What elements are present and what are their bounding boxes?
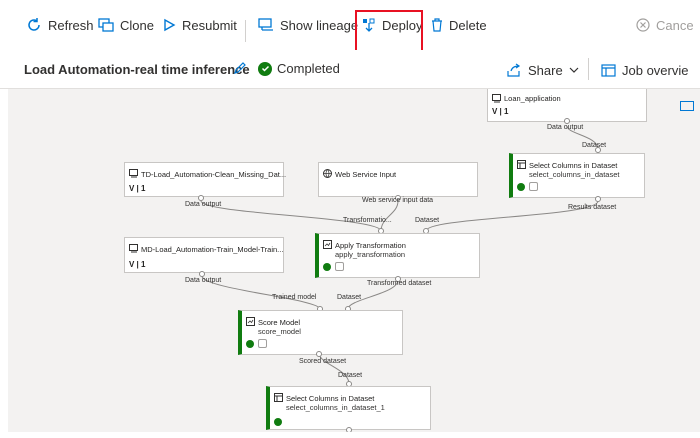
job-title: Load Automation-real time inference [24, 62, 250, 77]
minimap-icon[interactable] [680, 101, 694, 111]
module-icon [335, 262, 344, 271]
canvas-bottom-margin [0, 432, 700, 438]
port-label: Web service input data [362, 197, 434, 204]
port-label: Dataset [338, 372, 363, 379]
module-icon [529, 182, 538, 191]
port-label: Scored dataset [299, 358, 347, 365]
job-overview-button[interactable]: Job overvie [601, 59, 688, 81]
show-lineage-button[interactable]: Show lineage [258, 14, 358, 36]
node-title: Score Model [258, 318, 301, 327]
header-divider [588, 58, 589, 80]
node-title: Web Service Input [335, 170, 397, 179]
dataset-icon [129, 169, 138, 178]
node-select-columns-1[interactable]: Select Columns in Dataset select_columns… [266, 386, 431, 430]
port-label: Data output [547, 124, 584, 131]
share-label: Share [528, 62, 563, 78]
node-apply-transformation[interactable]: Apply Transformation apply_transformatio… [315, 233, 480, 278]
cancel-icon [636, 18, 650, 32]
port-label: Transformed dataset [367, 280, 432, 287]
port-label: Dataset [337, 294, 362, 301]
refresh-label: Refresh [48, 17, 94, 33]
job-overview-label: Job overvie [622, 62, 689, 78]
chevron-down-icon [569, 67, 579, 73]
node-title: Apply Transformation [335, 241, 406, 250]
node-subtitle: select_columns_in_dataset_1 [286, 403, 385, 412]
table-icon [274, 393, 283, 402]
node-title: Select Columns in Dataset [529, 161, 618, 170]
status-badge: Completed [258, 61, 340, 76]
node-score-model[interactable]: Score Model score_model [238, 310, 403, 355]
delete-icon [432, 18, 442, 32]
dataset-icon [129, 244, 138, 253]
resubmit-label: Resubmit [182, 17, 237, 33]
port-label: Data output [185, 277, 222, 284]
port-label: Transformatio... [343, 217, 392, 224]
version-label: V | 1 [492, 107, 509, 116]
node-td-dataset[interactable]: TD-Load_Automation-Clean_Missing_Dat... … [124, 162, 287, 197]
node-title: MD-Load_Automation-Train_Model-Train... [141, 245, 284, 254]
version-label: V | 1 [129, 260, 146, 269]
success-icon [517, 183, 525, 191]
resubmit-button[interactable]: Resubmit [162, 14, 237, 36]
node-subtitle: apply_transformation [335, 250, 406, 259]
status-text: Completed [277, 61, 340, 76]
check-circle-icon [258, 61, 272, 76]
port-label: Data output [185, 201, 222, 208]
module-icon [258, 339, 267, 348]
success-icon [323, 263, 331, 271]
node-title: Select Columns in Dataset [286, 394, 375, 403]
command-bar: Refresh Clone Resubmit Show lineage Depl… [0, 0, 700, 56]
node-subtitle: score_model [258, 327, 301, 336]
port-label: Dataset [582, 142, 607, 149]
share-icon [507, 63, 521, 77]
pipeline-canvas[interactable]: Loan_application V | 1 Data output Datas… [0, 89, 700, 438]
job-header: Load Automation-real time inference Comp… [0, 50, 700, 89]
deploy-label: Deploy [382, 17, 423, 33]
dataset-icon [492, 94, 501, 103]
play-icon [164, 18, 176, 32]
show-lineage-label: Show lineage [280, 17, 359, 33]
delete-label: Delete [449, 17, 487, 33]
port-label: Trained model [272, 294, 317, 301]
edit-icon[interactable] [233, 61, 247, 75]
node-md-model[interactable]: MD-Load_Automation-Train_Model-Train... … [124, 237, 284, 273]
refresh-button[interactable]: Refresh [26, 14, 94, 36]
globe-icon [323, 169, 332, 178]
cancel-button[interactable]: Cance [636, 14, 694, 36]
overview-icon [601, 63, 616, 77]
node-web-service-input[interactable]: Web Service Input [318, 162, 478, 197]
module-chart-icon [246, 317, 255, 326]
node-title: TD-Load_Automation-Clean_Missing_Dat... [141, 170, 287, 179]
edge-wsi-apply [380, 200, 399, 232]
refresh-icon [28, 18, 40, 31]
share-button[interactable]: Share [507, 59, 585, 81]
output-port[interactable] [316, 351, 322, 357]
module-chart-icon [323, 240, 332, 249]
clone-button[interactable]: Clone [98, 14, 154, 36]
delete-button[interactable]: Delete [431, 14, 487, 36]
output-port[interactable] [595, 196, 601, 202]
port-label: Dataset [415, 217, 440, 224]
port-label: Results dataset [568, 204, 617, 211]
success-icon [274, 418, 282, 426]
deploy-button[interactable]: Deploy [362, 14, 422, 36]
lineage-icon [258, 18, 273, 31]
edge-td-apply [200, 200, 382, 232]
node-title: Loan_application [504, 94, 561, 103]
node-select-columns[interactable]: Select Columns in Dataset select_columns… [509, 153, 645, 198]
clone-label: Clone [120, 17, 154, 33]
toolbar-divider [245, 20, 246, 42]
clone-icon [98, 18, 114, 32]
node-subtitle: select_columns_in_dataset [529, 170, 620, 179]
cancel-label: Cance [656, 17, 694, 33]
success-icon [246, 340, 254, 348]
deploy-icon [363, 18, 375, 32]
version-label: V | 1 [129, 184, 146, 193]
table-icon [517, 160, 526, 169]
